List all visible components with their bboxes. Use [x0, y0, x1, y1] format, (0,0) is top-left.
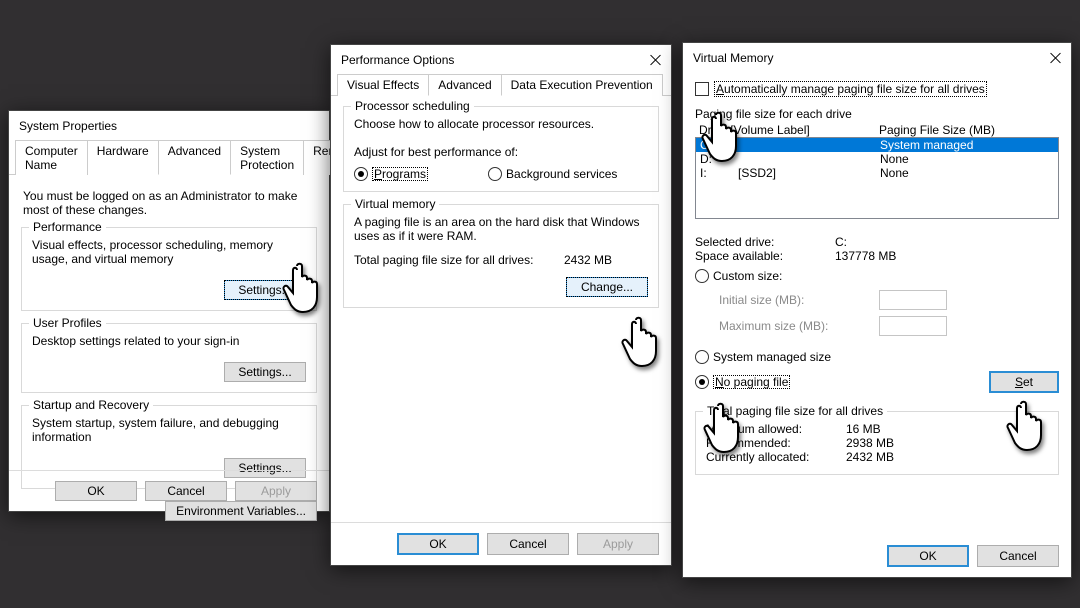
paging-each-drive-label: Paging file size for each drive: [695, 107, 1059, 121]
system-properties-title: System Properties: [19, 119, 117, 133]
selected-drive-value: C:: [835, 235, 847, 249]
selected-drive-row: Selected drive:C:: [695, 235, 1059, 249]
performance-options-window: Performance Options Visual EffectsAdvanc…: [330, 44, 672, 566]
minimum-allowed-label: Minimum allowed:: [706, 422, 846, 436]
background-services-radio[interactable]: Background services: [488, 167, 617, 181]
currently-allocated-value: 2432 MB: [846, 450, 894, 464]
virtual-memory-cancel-button[interactable]: Cancel: [977, 545, 1059, 567]
total-paging-size-value: 2432 MB: [564, 253, 612, 267]
performance-options-title: Performance Options: [341, 53, 454, 67]
col-size-header: Paging File Size (MB): [879, 123, 1055, 137]
performance-options-tabs: Visual EffectsAdvancedData Execution Pre…: [331, 73, 671, 96]
system-properties-ok-button[interactable]: OK: [55, 481, 137, 501]
space-available-row: Space available:137778 MB: [695, 249, 1059, 263]
drive-row[interactable]: C:System managed: [696, 138, 1058, 152]
drive-listbox[interactable]: C:System managedD:NoneI:[SSD2]None: [695, 137, 1059, 219]
totals-group: Total paging file size for all drives Mi…: [695, 411, 1059, 475]
system-properties-tabs: Computer NameHardwareAdvancedSystem Prot…: [9, 139, 329, 175]
programs-radio[interactable]: Programs: [354, 167, 428, 181]
tab-hardware[interactable]: Hardware: [87, 140, 159, 175]
processor-scheduling-title: Processor scheduling: [351, 99, 474, 113]
set-button[interactable]: Set: [989, 371, 1059, 393]
tab-advanced[interactable]: Advanced: [428, 74, 501, 96]
tab-visual-effects[interactable]: Visual Effects: [337, 74, 429, 96]
user-profiles-group: User Profiles Desktop settings related t…: [21, 323, 317, 393]
system-properties-apply-button[interactable]: Apply: [235, 481, 317, 501]
user-profiles-desc: Desktop settings related to your sign-in: [32, 334, 306, 348]
custom-size-label: Custom size:: [713, 269, 782, 283]
admin-warning-text: You must be logged on as an Administrato…: [23, 189, 315, 217]
performance-group: Performance Visual effects, processor sc…: [21, 227, 317, 311]
space-available-label: Space available:: [695, 249, 835, 263]
processor-scheduling-desc: Choose how to allocate processor resourc…: [354, 117, 648, 131]
performance-options-apply-button[interactable]: Apply: [577, 533, 659, 555]
tab-system-protection[interactable]: System Protection: [230, 140, 304, 175]
performance-desc: Visual effects, processor scheduling, me…: [32, 238, 306, 266]
change-button[interactable]: Change...: [566, 277, 648, 297]
initial-size-field[interactable]: [879, 290, 947, 310]
system-managed-radio[interactable]: System managed size: [695, 350, 831, 364]
system-properties-cancel-button[interactable]: Cancel: [145, 481, 227, 501]
tab-data-execution-prevention[interactable]: Data Execution Prevention: [501, 74, 663, 96]
auto-manage-checkbox[interactable]: Automatically manage paging file size fo…: [695, 81, 987, 97]
maximum-size-field[interactable]: [879, 316, 947, 336]
drive-row[interactable]: D:None: [696, 152, 1058, 166]
virtual-memory-window-title: Virtual Memory: [693, 51, 773, 65]
close-icon[interactable]: [649, 53, 663, 67]
performance-options-ok-button[interactable]: OK: [397, 533, 479, 555]
tab-advanced[interactable]: Advanced: [158, 140, 231, 175]
virtual-memory-desc: A paging file is an area on the hard dis…: [354, 215, 648, 243]
currently-allocated-label: Currently allocated:: [706, 450, 846, 464]
virtual-memory-ok-button[interactable]: OK: [887, 545, 969, 567]
tab-computer-name[interactable]: Computer Name: [15, 140, 88, 175]
col-drive-header: Drive [Volume Label]: [699, 123, 879, 137]
initial-size-label: Initial size (MB):: [695, 293, 879, 307]
user-profiles-settings-button[interactable]: Settings...: [224, 362, 306, 382]
minimum-allowed-value: 16 MB: [846, 422, 881, 436]
drive-list-header: Drive [Volume Label] Paging File Size (M…: [695, 123, 1059, 137]
drive-row[interactable]: I:[SSD2]None: [696, 166, 1058, 180]
virtual-memory-titlebar: Virtual Memory: [683, 43, 1071, 71]
adjust-label: Adjust for best performance of:: [354, 145, 648, 159]
system-managed-label: System managed size: [713, 350, 831, 364]
user-profiles-title: User Profiles: [29, 316, 106, 330]
processor-scheduling-group: Processor scheduling Choose how to alloc…: [343, 106, 659, 192]
programs-radio-label: Programs: [372, 167, 428, 181]
system-properties-window: System Properties Computer NameHardwareA…: [8, 110, 330, 512]
virtual-memory-group: Virtual memory A paging file is an area …: [343, 204, 659, 308]
recommended-value: 2938 MB: [846, 436, 894, 450]
startup-recovery-desc: System startup, system failure, and debu…: [32, 416, 306, 444]
performance-settings-button[interactable]: Settings...: [224, 280, 306, 300]
space-available-value: 137778 MB: [835, 249, 896, 263]
selected-drive-label: Selected drive:: [695, 235, 835, 249]
total-paging-size-label: Total paging file size for all drives:: [354, 253, 564, 267]
virtual-memory-title: Virtual memory: [351, 197, 439, 211]
virtual-memory-window: Virtual Memory Automatically manage pagi…: [682, 42, 1072, 578]
performance-options-cancel-button[interactable]: Cancel: [487, 533, 569, 555]
close-icon[interactable]: [1049, 51, 1063, 65]
system-properties-titlebar: System Properties: [9, 111, 329, 139]
no-paging-file-label: No paging file: [713, 375, 790, 389]
maximum-size-label: Maximum size (MB):: [695, 319, 879, 333]
no-paging-file-radio[interactable]: No paging file: [695, 375, 790, 389]
recommended-label: Recommended:: [706, 436, 846, 450]
custom-size-radio[interactable]: Custom size:: [695, 269, 782, 283]
performance-options-titlebar: Performance Options: [331, 45, 671, 73]
auto-manage-label: Automatically manage paging file size fo…: [714, 81, 987, 97]
totals-title: Total paging file size for all drives: [703, 404, 887, 418]
background-services-label: Background services: [506, 167, 617, 181]
startup-recovery-title: Startup and Recovery: [29, 398, 153, 412]
performance-group-title: Performance: [29, 220, 106, 234]
